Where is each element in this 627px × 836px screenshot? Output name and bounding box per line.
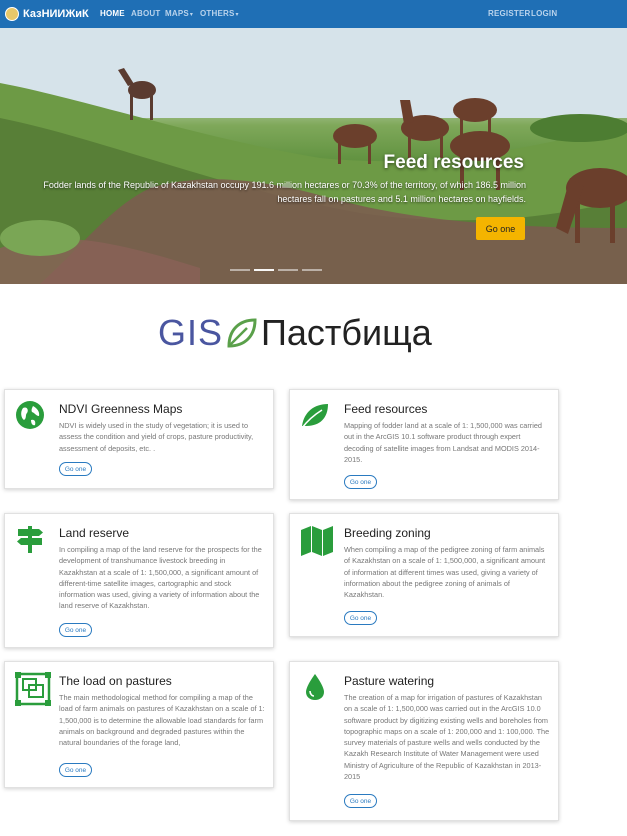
- hero-go-button[interactable]: Go one: [476, 217, 525, 240]
- go-one-button[interactable]: Go one: [344, 611, 377, 625]
- card-text: Mapping of fodder land at a scale of 1: …: [344, 421, 542, 464]
- nav-others[interactable]: OTHERS▾: [200, 9, 239, 18]
- carousel-indicators: [230, 269, 322, 271]
- go-one-button[interactable]: Go one: [344, 475, 377, 489]
- globe-icon: [16, 401, 44, 429]
- card-text: The main methodological method for compi…: [59, 693, 265, 748]
- nav-maps-label: MAPS: [165, 9, 189, 18]
- card-title: Feed resources: [344, 402, 428, 416]
- logo-leaf-icon: [227, 318, 257, 348]
- card-title: Land reserve: [59, 526, 130, 540]
- card-text: NDVI is widely used in the study of vege…: [59, 421, 254, 453]
- card-title: NDVI Greenness Maps: [59, 402, 183, 416]
- card-land-reserve: Land reserve In compiling a map of the l…: [4, 513, 274, 648]
- object-group-icon: [15, 672, 51, 706]
- carousel-indicator[interactable]: [302, 269, 322, 271]
- hero-text: Fodder lands of the Republic of Kazakhst…: [43, 180, 526, 204]
- brand-name: КазНИИЖиК: [23, 8, 89, 20]
- hero-background-image: [0, 28, 627, 284]
- carousel-indicator[interactable]: [278, 269, 298, 271]
- logo-pastures-text: Пастбища: [261, 312, 432, 353]
- gis-pastures-logo: GIS Пастбища: [158, 312, 432, 353]
- nav-home[interactable]: HOME: [100, 9, 125, 18]
- brand-link[interactable]: КазНИИЖиК: [5, 5, 89, 23]
- nav-maps[interactable]: MAPS▾: [165, 9, 193, 18]
- leaf-icon: [301, 404, 328, 429]
- card-text: When compiling a map of the pedigree zon…: [344, 545, 546, 600]
- card-pasture-watering: Pasture watering The creation of a map f…: [289, 661, 559, 821]
- card-title: The load on pastures: [59, 674, 172, 688]
- card-title: Pasture watering: [344, 674, 435, 688]
- card-breeding-zoning: Breeding zoning When compiling a map of …: [289, 513, 559, 637]
- carousel-indicator[interactable]: [230, 269, 250, 271]
- chevron-down-icon: ▾: [189, 12, 194, 18]
- go-one-button[interactable]: Go one: [59, 462, 92, 476]
- signpost-icon: [17, 526, 43, 553]
- card-text: In compiling a map of the land reserve f…: [59, 545, 262, 611]
- carousel-indicator-active[interactable]: [254, 269, 274, 271]
- card-ndvi: NDVI Greenness Maps NDVI is widely used …: [4, 389, 274, 489]
- brand-logo-icon: [5, 7, 19, 21]
- water-drop-icon: [306, 674, 324, 700]
- logo-gis-text: GIS: [158, 312, 224, 353]
- card-title: Breeding zoning: [344, 526, 431, 540]
- hero-title: Feed resources: [383, 152, 524, 173]
- card-text: The creation of a map for irrigation of …: [344, 693, 550, 782]
- register-link[interactable]: REGISTER: [488, 9, 531, 18]
- nav-others-label: OTHERS: [200, 9, 235, 18]
- map-icon: [301, 526, 333, 556]
- card-feed-resources: Feed resources Mapping of fodder land at…: [289, 389, 559, 500]
- nav-about[interactable]: ABOUT: [131, 9, 160, 18]
- chevron-down-icon: ▾: [235, 12, 239, 18]
- go-one-button[interactable]: Go one: [59, 763, 92, 777]
- card-load-on-pastures: The load on pastures The main methodolog…: [4, 661, 274, 788]
- go-one-button[interactable]: Go one: [59, 623, 92, 637]
- hero-carousel: Feed resources Fodder lands of the Repub…: [0, 28, 627, 284]
- login-link[interactable]: LOGIN: [531, 9, 557, 18]
- navbar: КазНИИЖиК HOME ABOUT MAPS▾ OTHERS▾ REGIS…: [0, 0, 627, 28]
- go-one-button[interactable]: Go one: [344, 794, 377, 808]
